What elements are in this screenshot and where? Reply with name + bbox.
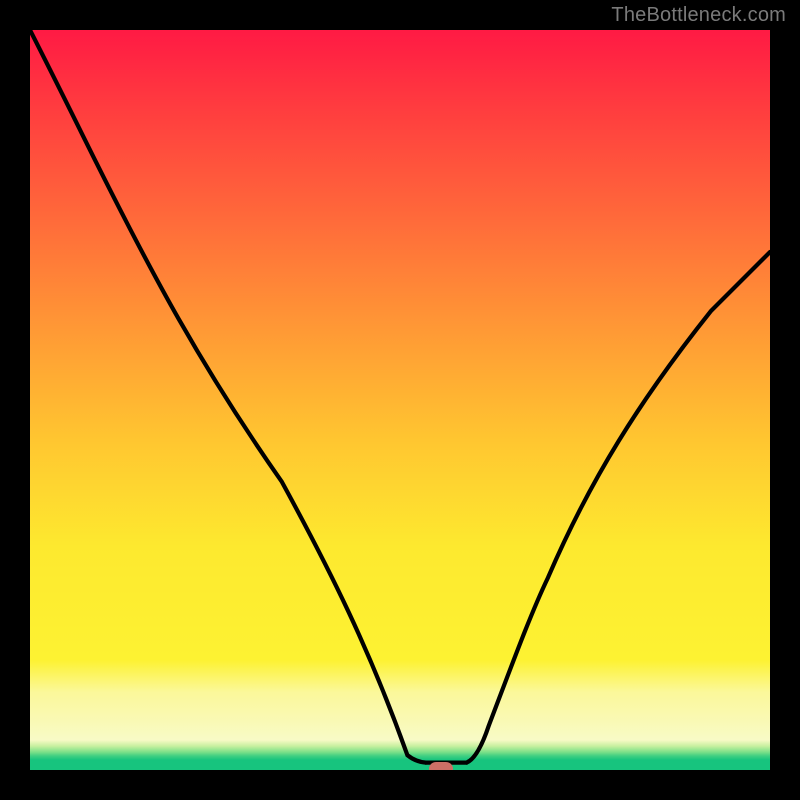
watermark-text: TheBottleneck.com [611,4,786,27]
valley-marker [429,762,453,771]
bottleneck-curve [30,30,770,770]
curve-left-branch [30,30,426,763]
plot-area [30,30,770,770]
chart-frame: TheBottleneck.com [0,0,800,800]
curve-right-branch [467,252,770,763]
